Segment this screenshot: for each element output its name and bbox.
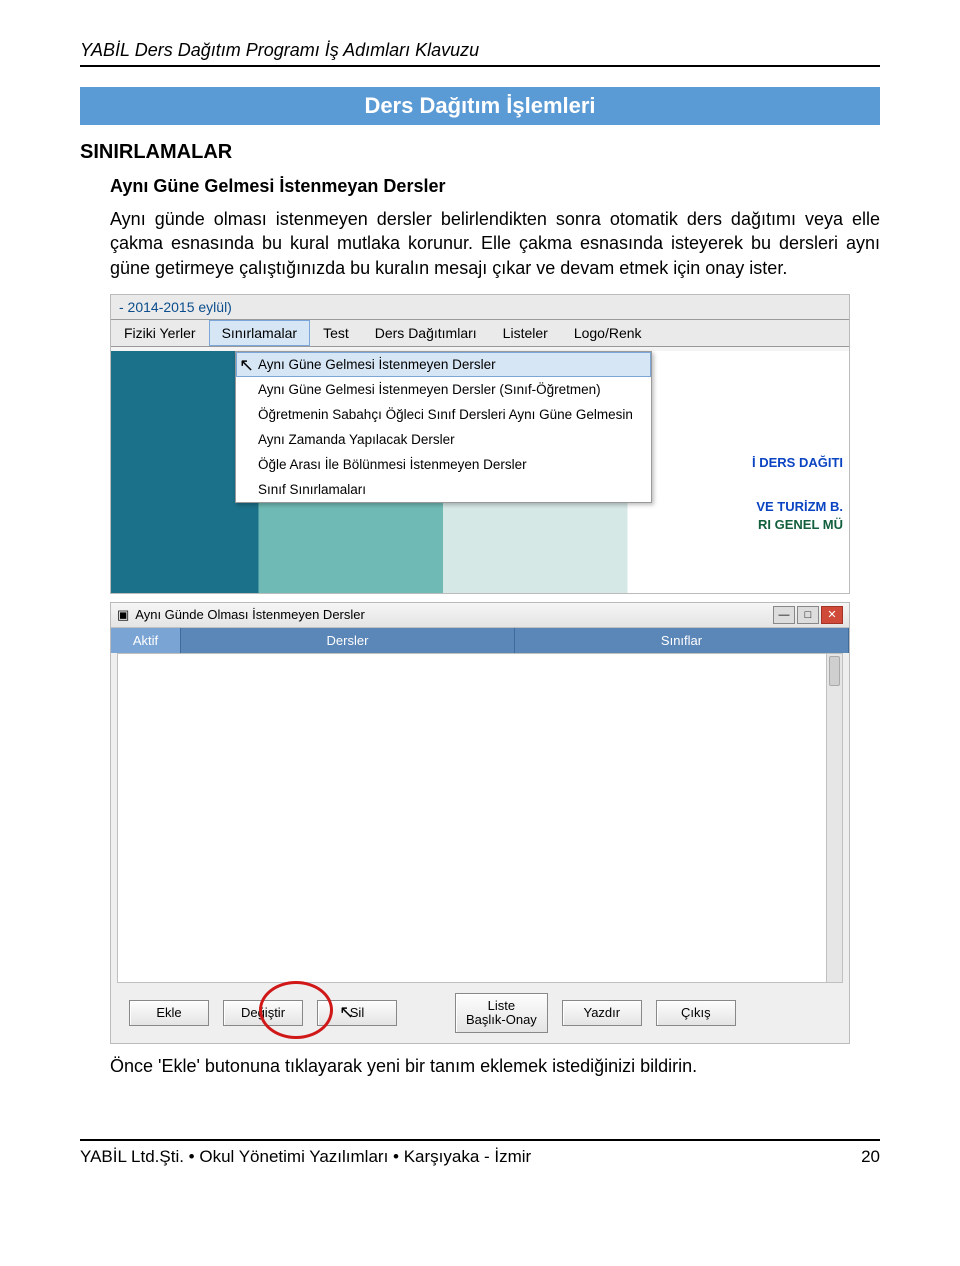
liste-baslik-onay-button[interactable]: Liste Başlık-Onay bbox=[455, 993, 548, 1034]
subsection-heading: Aynı Güne Gelmesi İstenmeyan Dersler bbox=[110, 176, 880, 197]
app-icon: ▣ bbox=[117, 607, 129, 623]
dd-item-ogle-arasi[interactable]: Öğle Arası İle Bölünmesi İstenmeyen Ders… bbox=[236, 452, 651, 477]
doc-header: YABİL Ders Dağıtım Programı İş Adımları … bbox=[80, 40, 880, 67]
scrollbar[interactable] bbox=[826, 654, 842, 982]
bg-text-3: RI GENEL MÜ bbox=[758, 517, 843, 532]
scrollbar-thumb[interactable] bbox=[829, 656, 840, 686]
screenshot-dialog: ▣ Aynı Günde Olması İstenmeyen Dersler —… bbox=[110, 602, 850, 1045]
window-controls: — □ ✕ bbox=[773, 606, 843, 624]
menu-test[interactable]: Test bbox=[310, 320, 362, 346]
year-range: - 2014-2015 eylül) bbox=[119, 299, 232, 315]
menu-sinirlamalar[interactable]: Sınırlamalar bbox=[209, 320, 310, 346]
menu-fiziki-yerler[interactable]: Fiziki Yerler bbox=[111, 320, 209, 346]
button-row: Ekle Değiştir Sil Liste Başlık-Onay Yazd… bbox=[111, 983, 849, 1044]
yazdir-button[interactable]: Yazdır bbox=[562, 1000, 642, 1026]
col-aktif[interactable]: Aktif bbox=[111, 628, 181, 653]
dropdown-sinirlamalar: Aynı Güne Gelmesi İstenmeyen Dersler Ayn… bbox=[235, 351, 652, 503]
col-siniflar[interactable]: Sınıflar bbox=[515, 628, 849, 653]
bg-text-1: İ DERS DAĞITI bbox=[752, 455, 843, 470]
bg-text-2: VE TURİZM B. bbox=[756, 499, 843, 514]
dialog-titlebar: ▣ Aynı Günde Olması İstenmeyen Dersler —… bbox=[111, 603, 849, 628]
section-banner: Ders Dağıtım İşlemleri bbox=[80, 87, 880, 125]
footer-text: YABİL Ltd.Şti. • Okul Yönetimi Yazılımla… bbox=[80, 1147, 531, 1167]
dd-item-ayni-zamanda[interactable]: Aynı Zamanda Yapılacak Dersler bbox=[236, 427, 651, 452]
menu-logo-renk[interactable]: Logo/Renk bbox=[561, 320, 655, 346]
list-body bbox=[117, 653, 843, 983]
window-subtitle: - 2014-2015 eylül) bbox=[111, 295, 849, 320]
dd-item-sinif-sinirlamalari[interactable]: Sınıf Sınırlamaları bbox=[236, 477, 651, 502]
col-dersler[interactable]: Dersler bbox=[181, 628, 515, 653]
dd-item-sinif-ogretmen[interactable]: Aynı Güne Gelmesi İstenmeyen Dersler (Sı… bbox=[236, 377, 651, 402]
section-heading: SINIRLAMALAR bbox=[80, 141, 880, 164]
maximize-button[interactable]: □ bbox=[797, 606, 819, 624]
menu-ders-dagitimlari[interactable]: Ders Dağıtımları bbox=[362, 320, 490, 346]
dd-item-sabahci-ogleci[interactable]: Öğretmenin Sabahçı Öğleci Sınıf Dersleri… bbox=[236, 402, 651, 427]
paragraph-main: Aynı günde olması istenmeyen dersler bel… bbox=[110, 207, 880, 280]
minimize-button[interactable]: — bbox=[773, 606, 795, 624]
screenshot-menu: - 2014-2015 eylül) Fiziki Yerler Sınırla… bbox=[110, 294, 850, 594]
close-button[interactable]: ✕ bbox=[821, 606, 843, 624]
degistir-button[interactable]: Değiştir bbox=[223, 1000, 303, 1026]
page-number: 20 bbox=[861, 1147, 880, 1167]
column-header-row: Aktif Dersler Sınıflar bbox=[111, 628, 849, 653]
menubar: Fiziki Yerler Sınırlamalar Test Ders Dağ… bbox=[111, 320, 849, 347]
dialog-title: Aynı Günde Olması İstenmeyen Dersler bbox=[135, 607, 365, 622]
menu-listeler[interactable]: Listeler bbox=[490, 320, 561, 346]
sil-button[interactable]: Sil bbox=[317, 1000, 397, 1026]
dd-item-ayni-gune[interactable]: Aynı Güne Gelmesi İstenmeyen Dersler bbox=[236, 352, 651, 377]
ekle-button[interactable]: Ekle bbox=[129, 1000, 209, 1026]
paragraph-post: Önce 'Ekle' butonuna tıklayarak yeni bir… bbox=[110, 1054, 880, 1078]
cikis-button[interactable]: Çıkış bbox=[656, 1000, 736, 1026]
